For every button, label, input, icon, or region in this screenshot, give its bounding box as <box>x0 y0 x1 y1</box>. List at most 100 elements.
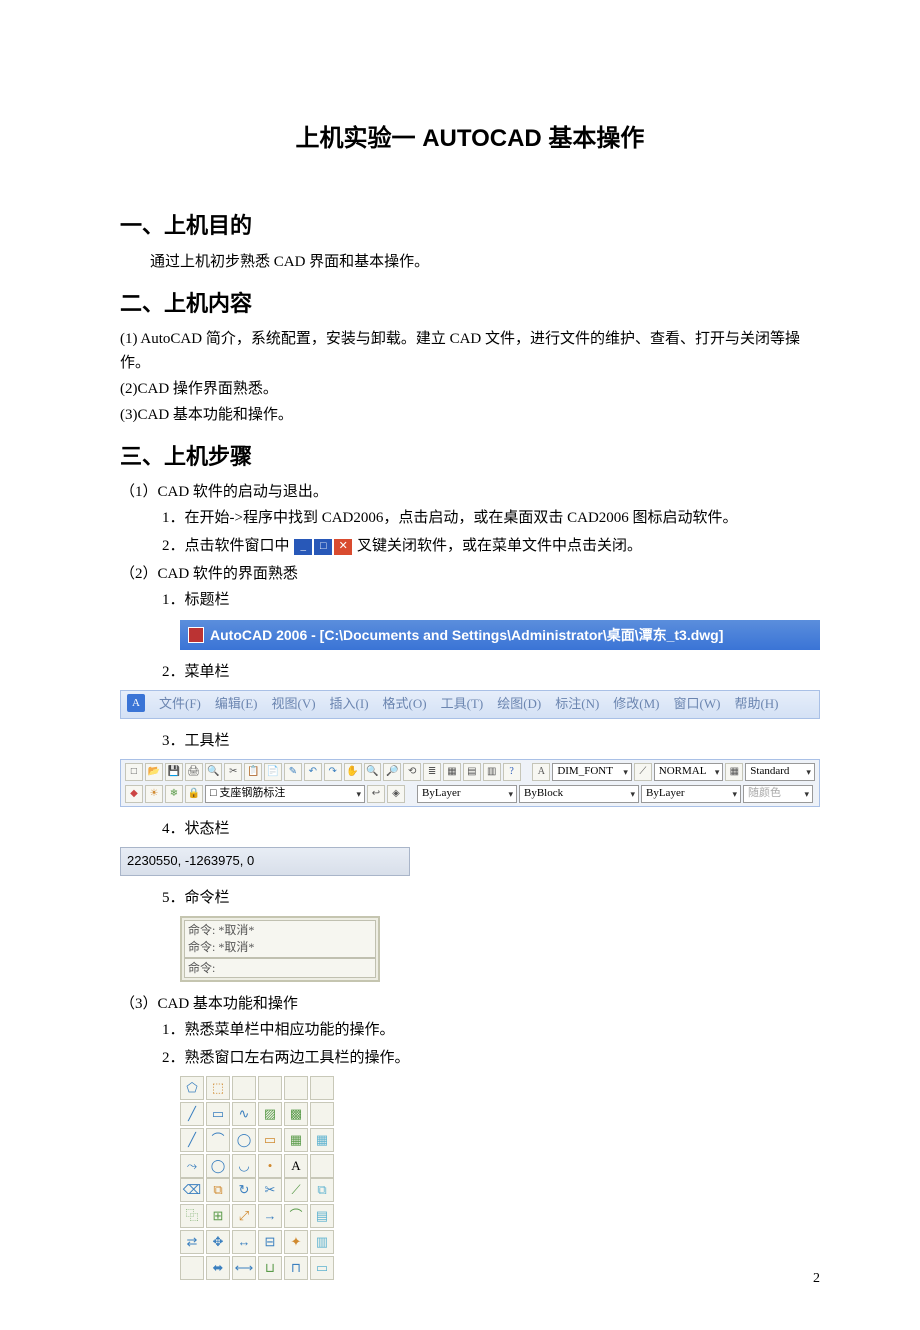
properties-icon[interactable]: ≣ <box>423 763 441 781</box>
erase-icon[interactable]: ⌫ <box>180 1178 204 1202</box>
dim-style-icon[interactable]: ⟋ <box>634 763 652 781</box>
extend-icon[interactable]: → <box>258 1204 282 1228</box>
stretch-icon[interactable]: ↔ <box>232 1230 256 1254</box>
cut-icon[interactable]: ✂ <box>224 763 242 781</box>
layer-lock-icon[interactable]: 🔒 <box>185 785 203 803</box>
standard-select[interactable]: Standard <box>745 763 815 781</box>
spline-icon[interactable]: ∿ <box>232 1102 256 1126</box>
chamfer-icon[interactable]: ⟋ <box>284 1178 308 1202</box>
menu-item[interactable]: 插入(I) <box>330 694 369 715</box>
copy-icon[interactable]: ⿻ <box>180 1204 204 1228</box>
scale-icon[interactable]: ⤢ <box>232 1204 256 1228</box>
redo-icon[interactable]: ↷ <box>324 763 342 781</box>
menu-item[interactable]: 视图(V) <box>272 694 316 715</box>
new-icon[interactable]: □ <box>125 763 143 781</box>
color-select[interactable]: ByLayer <box>417 785 517 803</box>
zoom-icon[interactable]: 🔍 <box>364 763 382 781</box>
layer-manager-icon[interactable]: ◆ <box>125 785 143 803</box>
fillet-icon[interactable]: ⌒ <box>284 1204 308 1228</box>
design-center-icon[interactable]: ▦ <box>443 763 461 781</box>
point-icon[interactable]: • <box>258 1154 282 1178</box>
xline-icon[interactable]: ╱ <box>180 1128 204 1152</box>
hatch-icon[interactable]: ▨ <box>258 1102 282 1126</box>
section-2-item: (1) AutoCAD 简介，系统配置，安装与卸载。建立 CAD 文件，进行文件… <box>120 327 820 375</box>
titlebar-text: AutoCAD 2006 - [C:\Documents and Setting… <box>210 624 723 646</box>
mirror-icon[interactable]: ⇄ <box>180 1230 204 1254</box>
menu-item[interactable]: 帮助(H) <box>734 694 778 715</box>
normal-select[interactable]: NORMAL <box>654 763 724 781</box>
empty-icon <box>180 1256 204 1280</box>
circle-icon[interactable]: ◯ <box>206 1154 230 1178</box>
table-icon[interactable]: ▦ <box>284 1128 308 1152</box>
open-icon[interactable]: 📂 <box>145 763 163 781</box>
undo-icon[interactable]: ↶ <box>304 763 322 781</box>
lineweight-select[interactable]: ByLayer <box>641 785 741 803</box>
move-icon[interactable]: ✥ <box>206 1230 230 1254</box>
array-icon[interactable]: ⊞ <box>206 1204 230 1228</box>
layer-state-icon[interactable]: ◈ <box>387 785 405 803</box>
layer-merge-icon[interactable]: ▥ <box>310 1230 334 1254</box>
pline-icon[interactable]: ⤳ <box>180 1154 204 1178</box>
rotate-icon[interactable]: ↻ <box>232 1178 256 1202</box>
pan-icon[interactable]: ✋ <box>344 763 362 781</box>
grid-icon[interactable]: ▦ <box>310 1128 334 1152</box>
move2-icon[interactable]: ⬌ <box>206 1256 230 1280</box>
lengthen-icon[interactable]: ⟷ <box>232 1256 256 1280</box>
align-icon[interactable]: ⊓ <box>284 1256 308 1280</box>
sub-1-step-2-pre: 2．点击软件窗口中 <box>162 538 290 554</box>
titlebar-screenshot: AutoCAD 2006 - [C:\Documents and Setting… <box>180 620 820 650</box>
help-icon[interactable]: ? <box>503 763 521 781</box>
layer-del-icon[interactable]: ▭ <box>310 1256 334 1280</box>
copy-icon[interactable]: 📋 <box>244 763 262 781</box>
paste-icon[interactable]: 📄 <box>264 763 282 781</box>
offset-icon[interactable]: ⧉ <box>206 1178 230 1202</box>
maximize-icon: □ <box>313 538 333 556</box>
plot-style-select[interactable]: 随颜色 <box>743 785 813 803</box>
cmd-prompt[interactable]: 命令: <box>188 960 372 977</box>
dim-icon[interactable]: A <box>532 763 550 781</box>
line-icon[interactable]: ╱ <box>180 1102 204 1126</box>
layer-select[interactable]: □ 支座钢筋标注 <box>205 785 365 803</box>
layer-copy-icon[interactable]: ▤ <box>310 1204 334 1228</box>
break-icon[interactable]: ⊟ <box>258 1230 282 1254</box>
layer-prev-icon[interactable]: ↩ <box>367 785 385 803</box>
preview-icon[interactable]: 🔍 <box>205 763 223 781</box>
tool-palette-icon[interactable]: ▤ <box>463 763 481 781</box>
layer-freeze-icon[interactable]: ❄ <box>165 785 183 803</box>
trim-icon[interactable]: ✂ <box>258 1178 282 1202</box>
section-2-item: (2)CAD 操作界面熟悉。 <box>120 377 820 401</box>
explode-icon[interactable]: ✦ <box>284 1230 308 1254</box>
dim-font-select[interactable]: DIM_FONT <box>552 763 632 781</box>
table-style-icon[interactable]: ▦ <box>725 763 743 781</box>
menu-item[interactable]: 窗口(W) <box>674 694 721 715</box>
zoom-window-icon[interactable]: 🔎 <box>383 763 401 781</box>
app-icon: A <box>127 694 145 712</box>
menu-item[interactable]: 格式(O) <box>383 694 427 715</box>
save-icon[interactable]: 💾 <box>165 763 183 781</box>
brush-icon[interactable]: ✎ <box>284 763 302 781</box>
menu-item[interactable]: 绘图(D) <box>497 694 541 715</box>
menu-item[interactable]: 文件(F) <box>159 694 201 715</box>
sheet-icon[interactable]: ▥ <box>483 763 501 781</box>
menu-item[interactable]: 工具(T) <box>441 694 484 715</box>
polygon-icon[interactable]: ⬠ <box>180 1076 204 1100</box>
linetype-select[interactable]: ByBlock <box>519 785 639 803</box>
text-icon[interactable]: A <box>284 1154 308 1178</box>
join-icon[interactable]: ⊔ <box>258 1256 282 1280</box>
menu-item[interactable]: 编辑(E) <box>215 694 258 715</box>
copy2-icon[interactable]: ⧉ <box>310 1178 334 1202</box>
menu-item[interactable]: 标注(N) <box>555 694 599 715</box>
ellipse-arc-icon[interactable]: ◡ <box>232 1154 256 1178</box>
ellipse-icon[interactable]: ◯ <box>232 1128 256 1152</box>
rect-icon[interactable]: ▭ <box>206 1102 230 1126</box>
hatch2-icon[interactable]: ▩ <box>284 1102 308 1126</box>
menu-item[interactable]: 修改(M) <box>613 694 659 715</box>
zoom-prev-icon[interactable]: ⟲ <box>403 763 421 781</box>
arc-icon[interactable]: ⌒ <box>206 1128 230 1152</box>
layer-sun-icon[interactable]: ☀ <box>145 785 163 803</box>
region-icon[interactable]: ▭ <box>258 1128 282 1152</box>
commandline-screenshot: 命令: *取消* 命令: *取消* 命令: <box>180 916 380 982</box>
print-icon[interactable]: 🖨 <box>185 763 203 781</box>
block-icon[interactable]: ⬚ <box>206 1076 230 1100</box>
empty-icon <box>310 1076 334 1100</box>
